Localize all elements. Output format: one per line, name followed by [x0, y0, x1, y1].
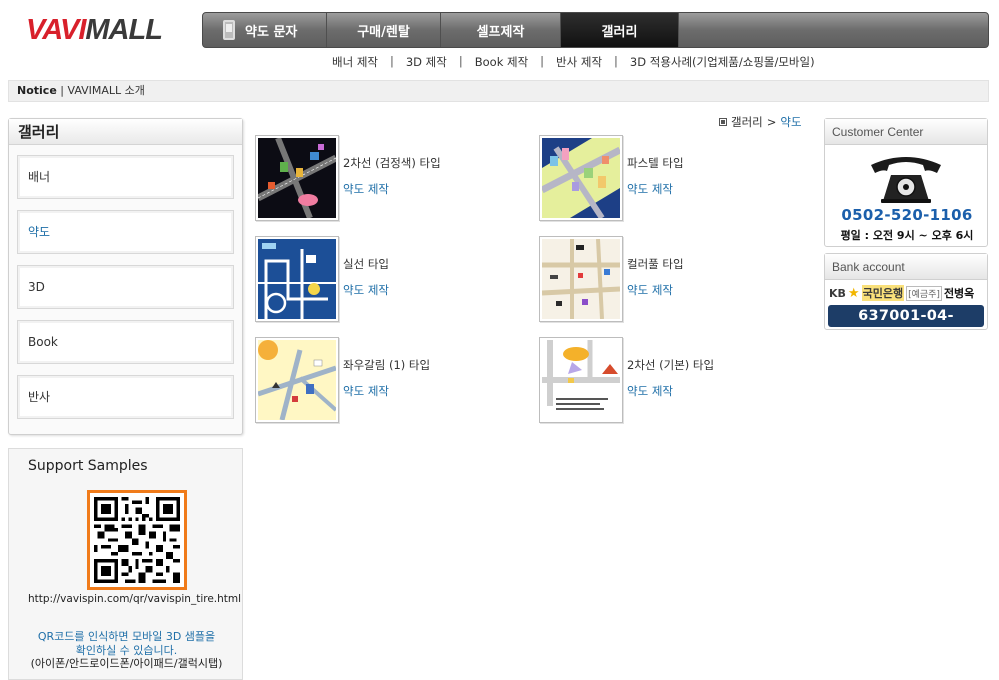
subnav-separator: | — [540, 54, 545, 68]
mobile-phone-icon — [223, 20, 235, 40]
gallery-thumbnail[interactable] — [255, 236, 339, 322]
gallery-thumbnail[interactable] — [539, 135, 623, 221]
gallery-item-link[interactable]: 약도 제작 — [343, 181, 389, 197]
customer-center-hours: 평일 : 오전 9시 ~ 오후 6시 — [840, 229, 974, 242]
nav-gallery[interactable]: 갤러리 — [561, 13, 679, 47]
subnav-book[interactable]: Book 제작 — [475, 54, 528, 70]
breadcrumb-parent[interactable]: 갤러리 — [731, 114, 763, 130]
gallery-thumbnail[interactable] — [539, 337, 623, 423]
customer-center-box: Customer Center 0502-520-1106 평일 : 오전 9시… — [824, 118, 988, 247]
telephone-icon — [871, 157, 941, 203]
bank-account-title: Bank account — [825, 254, 987, 280]
account-holder-name: 전병옥 — [943, 287, 975, 300]
notice-text[interactable]: VAVIMALL 소개 — [68, 84, 145, 97]
sidebar-title: 갤러리 — [9, 119, 242, 145]
nav-purchase-rental[interactable]: 구매/렌탈 — [327, 13, 441, 47]
notice-bar: Notice | VAVIMALL 소개 — [8, 80, 989, 102]
home-square-icon — [719, 118, 727, 126]
account-holder-label: [예금주] — [906, 285, 942, 301]
gallery-thumbnail[interactable] — [255, 135, 339, 221]
gallery-item-link[interactable]: 약도 제작 — [627, 181, 673, 197]
gallery-sidebar: 갤러리 배너 약도 3D Book 반사 — [8, 118, 243, 435]
notice-separator: | — [60, 84, 64, 97]
gallery-item-name: 좌우갈림 (1) 타입 — [343, 358, 431, 372]
nav-self-production[interactable]: 셀프제작 — [441, 13, 561, 47]
sidebar-item-banner[interactable]: 배너 — [17, 155, 234, 199]
black-road-map-thumbnail — [258, 138, 336, 218]
qr-instructions-line2: 확인하실 수 있습니다. — [75, 643, 178, 657]
page: VAVIMALL 약도 문자 구매/렌탈 셀프제작 갤러리 배너 제작 | 3D… — [0, 0, 999, 680]
gallery-item-name: 2차선 (기본) 타입 — [627, 358, 715, 372]
gallery-item-name: 파스텔 타입 — [627, 156, 684, 170]
subnav-3d-cases[interactable]: 3D 적용사례(기업제품/쇼핑몰/모바일) — [630, 54, 815, 70]
breadcrumb: 갤러리 > 약도 — [719, 114, 802, 130]
customer-center-title: Customer Center — [825, 119, 987, 145]
account-number: 637001-04-023677 — [828, 305, 984, 346]
notice-label: Notice — [17, 84, 57, 97]
support-samples-title: Support Samples — [28, 458, 148, 474]
gallery-item-link[interactable]: 약도 제작 — [627, 282, 673, 298]
nav-map-sms-label: 약도 문자 — [245, 24, 298, 40]
subnav-reflection[interactable]: 반사 제작 — [556, 54, 602, 70]
gallery-item: 2차선 (기본) 타입 약도 제작 — [539, 337, 714, 423]
qr-instructions-devices: (아이폰/안드로이드폰/아이패드/갤럭시탭) — [30, 657, 223, 670]
gallery-item: 2차선 (검정색) 타입 약도 제작 — [255, 135, 441, 221]
split-road-map-thumbnail — [258, 340, 336, 420]
qr-instructions-line1: QR코드를 인식하면 모바일 3D 샘플을 — [37, 630, 216, 643]
gallery-item-name: 컬러풀 타입 — [627, 257, 684, 271]
gallery-thumbnail[interactable] — [539, 236, 623, 322]
gallery-item-name: 2차선 (검정색) 타입 — [343, 156, 441, 170]
bank-info-row: KB ★ 국민은행 [예금주] 전병옥 — [829, 285, 974, 301]
breadcrumb-arrow: > — [766, 115, 777, 129]
nav-map-sms[interactable]: 약도 문자 — [203, 13, 327, 47]
support-samples-box: Support Samples http://vavispin.com/qr/v… — [8, 448, 243, 680]
gallery-item-link[interactable]: 약도 제작 — [343, 383, 389, 399]
logo-vavi: VAVI — [26, 14, 86, 46]
subnav-3d[interactable]: 3D 제작 — [406, 54, 447, 70]
gallery-item-link[interactable]: 약도 제작 — [627, 383, 673, 399]
colorful-map-thumbnail — [542, 239, 620, 319]
qr-code — [87, 490, 187, 590]
subnav-separator: | — [458, 54, 463, 68]
sidebar-menu: 배너 약도 3D Book 반사 — [9, 145, 242, 419]
gallery-item: 파스텔 타입 약도 제작 — [539, 135, 684, 221]
qr-instructions: QR코드를 인식하면 모바일 3D 샘플을 확인하실 수 있습니다. (아이폰/… — [9, 630, 244, 671]
sidebar-item-book[interactable]: Book — [17, 320, 234, 364]
bank-account-box: Bank account KB ★ 국민은행 [예금주] 전병옥 637001-… — [824, 253, 988, 346]
kb-label: KB — [829, 286, 846, 300]
sub-navigation: 배너 제작 | 3D 제작 | Book 제작 | 반사 제작 | 3D 적용사… — [332, 54, 815, 70]
kb-star-icon: ★ — [847, 285, 860, 301]
line-map-thumbnail — [258, 239, 336, 319]
sidebar-item-3d[interactable]: 3D — [17, 265, 234, 309]
vavimall-logo[interactable]: VAVIMALL — [26, 14, 163, 46]
gallery-item: 실선 타입 약도 제작 — [255, 236, 389, 322]
sidebar-item-reflection[interactable]: 반사 — [17, 375, 234, 419]
gallery-item-name: 실선 타입 — [343, 257, 389, 271]
gallery-thumbnail[interactable] — [255, 337, 339, 423]
subnav-separator: | — [389, 54, 394, 68]
bank-name: 국민은행 — [861, 285, 905, 301]
sample-url[interactable]: http://vavispin.com/qr/vavispin_tire.htm… — [28, 593, 241, 605]
logo-mall: MALL — [85, 14, 163, 46]
gallery-item-link[interactable]: 약도 제작 — [343, 282, 389, 298]
pastel-map-thumbnail — [542, 138, 620, 218]
gallery-item: 컬러풀 타입 약도 제작 — [539, 236, 684, 322]
breadcrumb-current: 약도 — [780, 115, 802, 129]
top-navigation: 약도 문자 구매/렌탈 셀프제작 갤러리 — [202, 12, 989, 48]
subnav-banner[interactable]: 배너 제작 — [332, 54, 378, 70]
sidebar-item-map[interactable]: 약도 — [17, 210, 234, 254]
customer-center-phone: 0502-520-1106 — [841, 206, 973, 224]
basic-road-map-thumbnail — [542, 340, 620, 420]
qr-code-image — [94, 497, 180, 583]
gallery-item: 좌우갈림 (1) 타입 약도 제작 — [255, 337, 430, 423]
subnav-separator: | — [614, 54, 618, 68]
